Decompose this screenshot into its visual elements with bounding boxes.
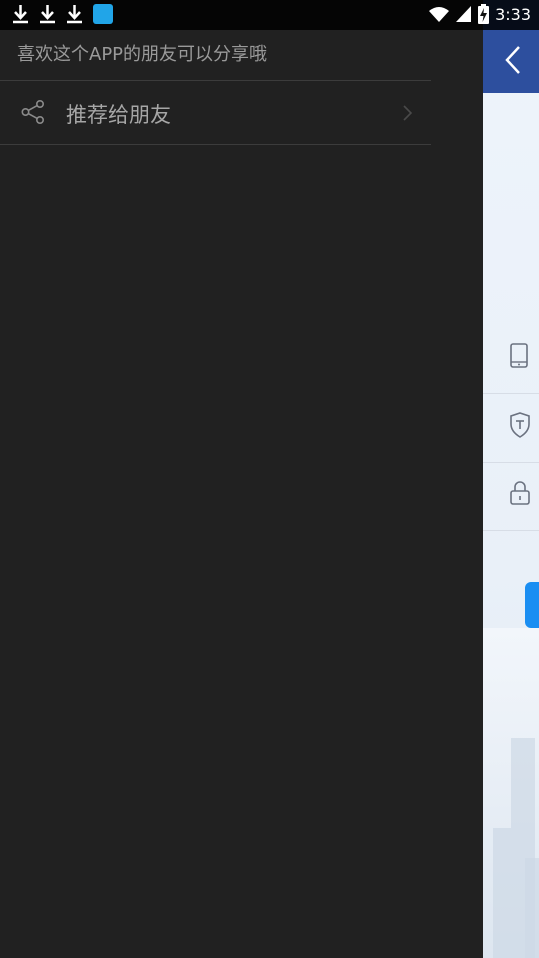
token-row[interactable] <box>483 394 539 463</box>
back-arrow-icon[interactable] <box>499 44 529 76</box>
shield-t-icon <box>510 412 530 438</box>
chevron-right-icon <box>403 105 413 121</box>
share-icon <box>21 99 44 124</box>
primary-action-button[interactable] <box>525 582 539 628</box>
signal-icon <box>456 6 472 22</box>
recommend-to-friends-label: 推荐给朋友 <box>66 103 171 127</box>
recommend-to-friends-item[interactable]: 推荐给朋友 <box>0 81 431 144</box>
wifi-icon <box>429 7 450 22</box>
lock-row[interactable] <box>483 462 539 531</box>
clock: 3:33 <box>495 4 531 24</box>
background-app <box>483 0 539 958</box>
city-illustration <box>483 628 539 958</box>
lock-icon <box>510 481 530 505</box>
phone-icon <box>510 343 528 368</box>
download-icon <box>67 5 82 24</box>
navigation-drawer: 喜欢这个APP的朋友可以分享哦 推荐给朋友 <box>0 0 483 958</box>
download-icon <box>13 5 28 24</box>
app-notification-icon <box>93 4 113 24</box>
download-icon <box>40 5 55 24</box>
status-bar: 3:33 <box>0 0 539 30</box>
battery-charging-icon <box>478 4 490 24</box>
share-hint-text: 喜欢这个APP的朋友可以分享哦 <box>17 44 268 65</box>
divider <box>0 144 431 145</box>
device-row[interactable] <box>483 325 539 394</box>
